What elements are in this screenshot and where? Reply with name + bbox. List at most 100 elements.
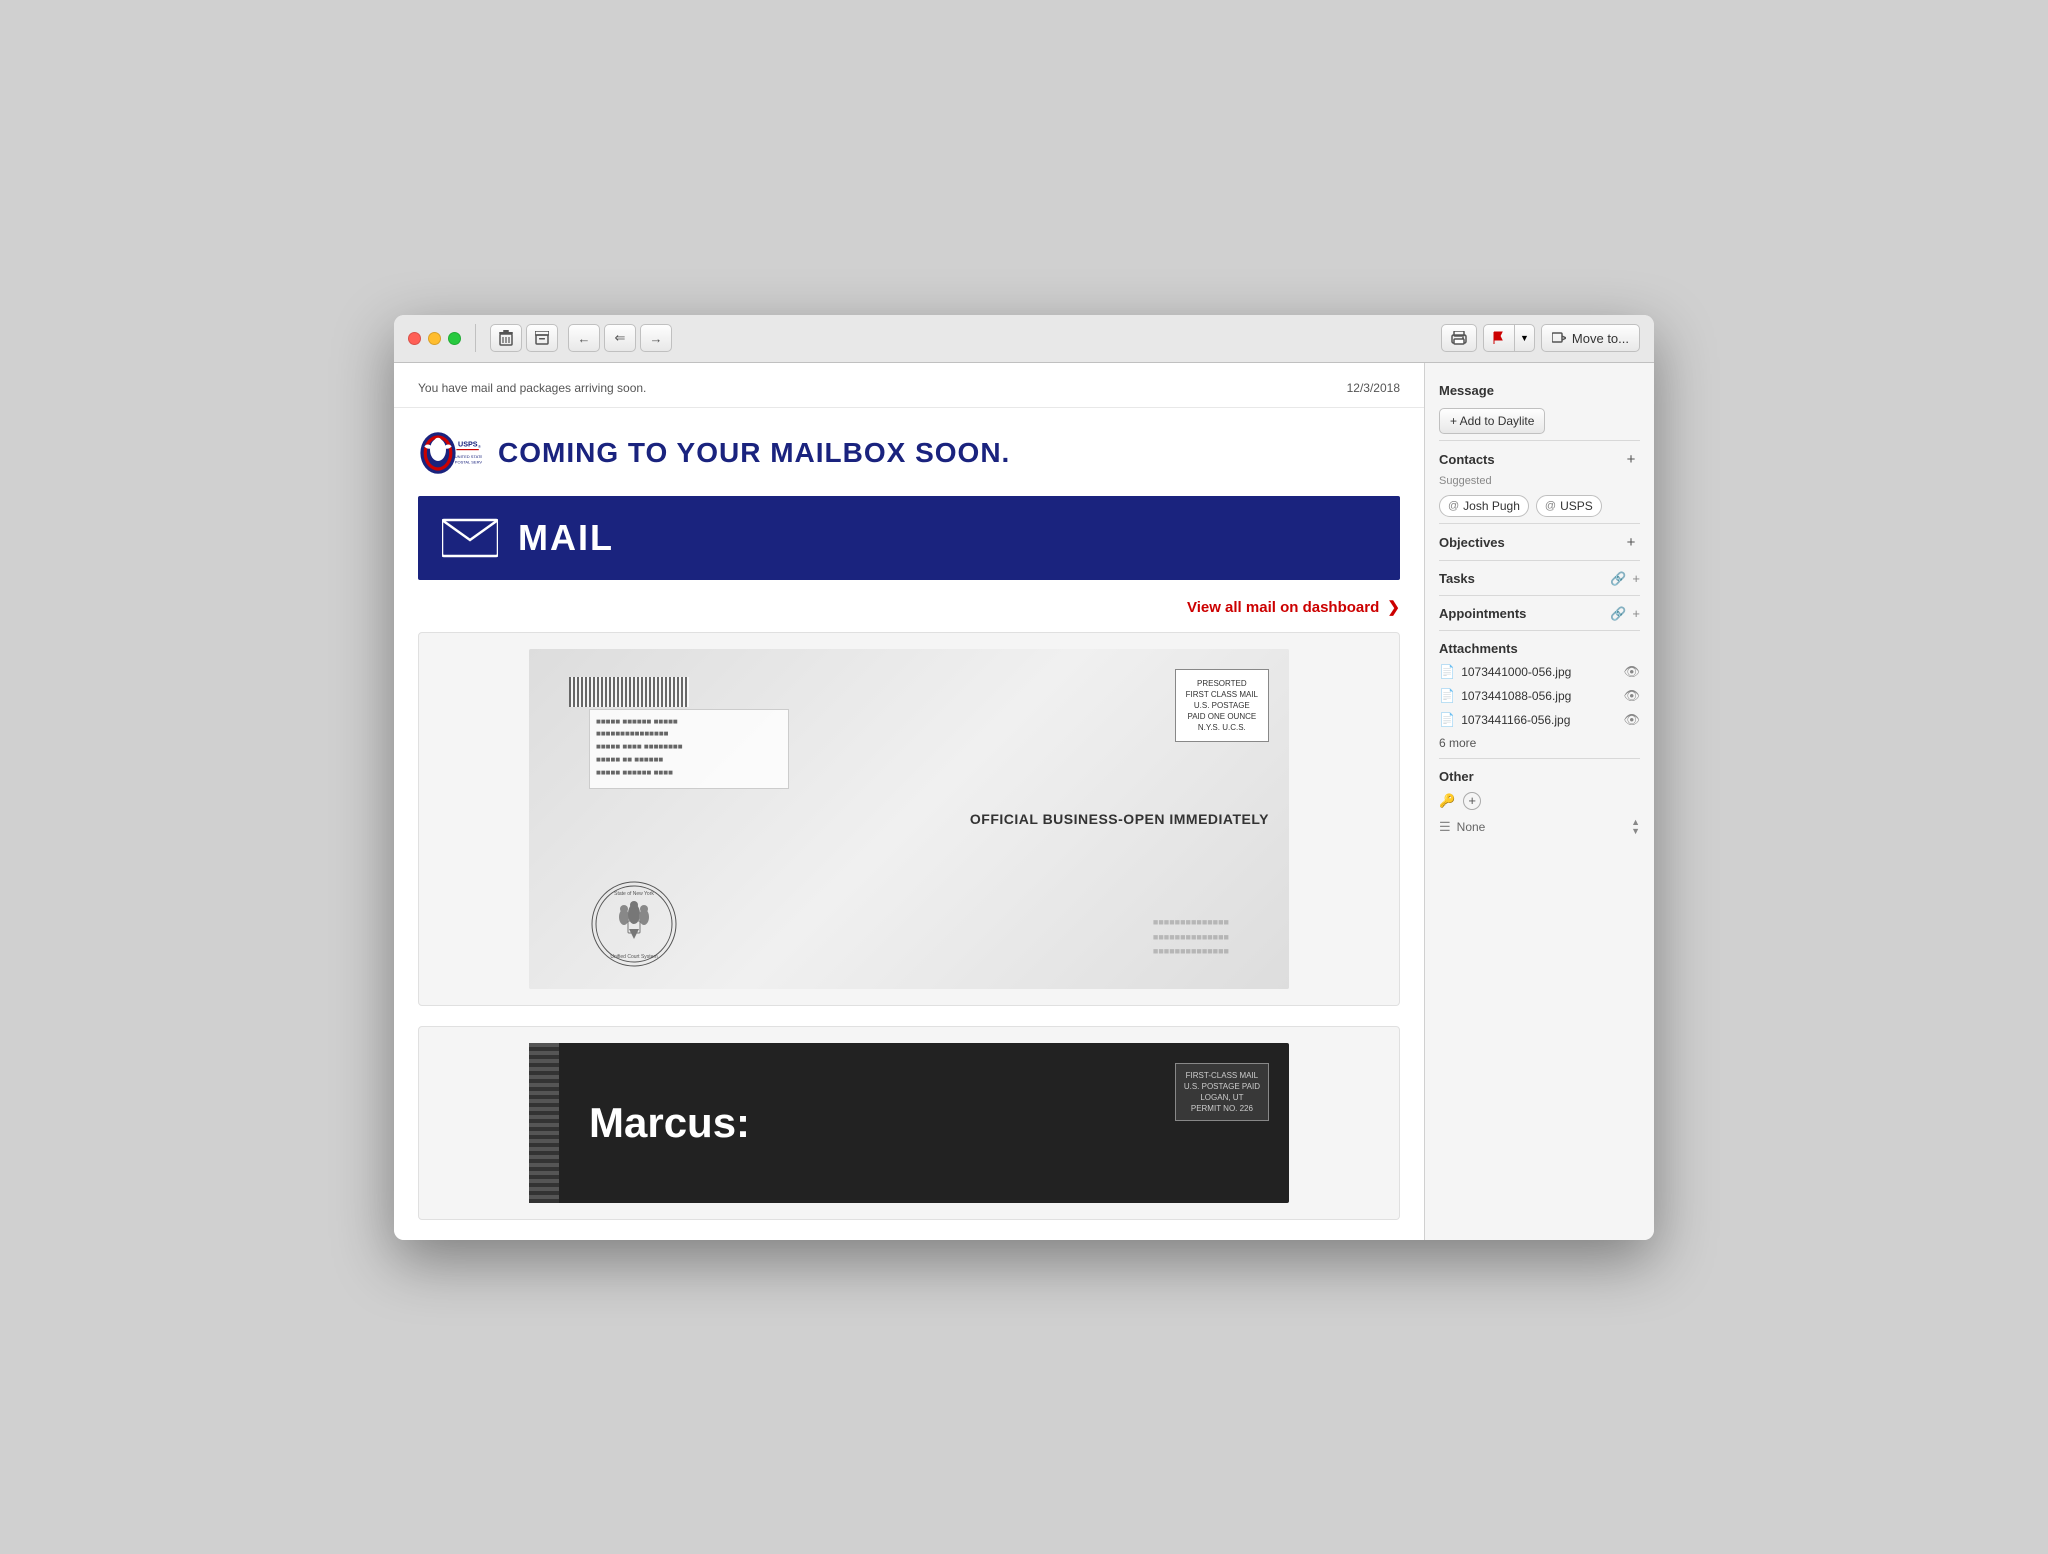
contact-badge-2[interactable]: @ USPS <box>1536 495 1602 517</box>
attachment-name-2: 1073441088-056.jpg <box>1461 689 1571 703</box>
flag-button[interactable]: ▼ <box>1483 324 1535 352</box>
mail-stamp-area: PRESORTED FIRST CLASS MAIL U.S. POSTAGE … <box>1175 669 1269 743</box>
tasks-add-icon[interactable]: + <box>1632 571 1640 586</box>
stepper-down-icon[interactable]: ▼ <box>1631 827 1640 836</box>
barcode-area <box>569 677 1269 707</box>
divider-1 <box>1439 440 1640 441</box>
print-button[interactable] <box>1441 324 1477 352</box>
tasks-link-icon[interactable]: 🔗 <box>1610 571 1626 587</box>
move-to-button[interactable]: Move to... <box>1541 324 1640 352</box>
contacts-header: Contacts + <box>1439 445 1640 473</box>
usps-header: USPS UNITED STATES POSTAL SERVICE ® COMI… <box>394 408 1424 488</box>
objectives-add-button[interactable]: + <box>1622 534 1640 552</box>
ny-seal-icon: State of New York Unified Court System <box>589 879 679 969</box>
usps-heading: COMING TO YOUR MAILBOX SOON. <box>498 437 1010 469</box>
attachments-header: Attachments <box>1439 635 1640 660</box>
stepper-control[interactable]: ▲ ▼ <box>1631 818 1640 836</box>
objectives-section: Objectives + <box>1425 528 1654 556</box>
tasks-title: Tasks <box>1439 571 1475 586</box>
attachment-eye-1[interactable]: 👁 <box>1623 664 1640 680</box>
other-header: Other <box>1439 763 1640 788</box>
email-body: USPS UNITED STATES POSTAL SERVICE ® COMI… <box>394 408 1424 1220</box>
mail-recipient: ■■■■■■■■■■■■■■ ■■■■■■■■■■■■■■ ■■■■■■■■■■… <box>1153 915 1229 958</box>
svg-text:POSTAL SERVICE: POSTAL SERVICE <box>455 459 482 464</box>
back-button[interactable]: ← <box>568 324 600 352</box>
email-meta: You have mail and packages arriving soon… <box>394 363 1424 408</box>
contacts-title: Contacts <box>1439 452 1495 467</box>
attachment-3-left: 📄 1073441166-056.jpg <box>1439 712 1570 728</box>
svg-text:UNITED STATES: UNITED STATES <box>455 453 482 458</box>
other-add-button[interactable]: + <box>1463 792 1481 810</box>
mail-stamp2: FIRST-CLASS MAIL U.S. POSTAGE PAID LOGAN… <box>1175 1063 1269 1122</box>
other-section: Other 🔑 + ☰ None ▲ ▼ <box>1425 763 1654 840</box>
attachment-item-1: 📄 1073441000-056.jpg 👁 <box>1439 660 1640 684</box>
attachments-title: Attachments <box>1439 641 1518 656</box>
other-key-row: 🔑 + <box>1439 788 1640 814</box>
forward-button[interactable]: → <box>640 324 672 352</box>
divider-5 <box>1439 630 1640 631</box>
divider-2 <box>1439 523 1640 524</box>
appointments-section: Appointments 🔗 + <box>1425 600 1654 626</box>
mail-image-2-container: Marcus: FIRST-CLASS MAIL U.S. POSTAGE PA… <box>418 1026 1400 1220</box>
mail-image-2: Marcus: FIRST-CLASS MAIL U.S. POSTAGE PA… <box>529 1043 1289 1203</box>
add-to-daylite-button[interactable]: + Add to Daylite <box>1439 408 1545 434</box>
appointments-title: Appointments <box>1439 606 1526 621</box>
appointments-link-icon[interactable]: 🔗 <box>1610 606 1626 622</box>
attachment-name-1: 1073441000-056.jpg <box>1461 665 1571 679</box>
contact-badge-1[interactable]: @ Josh Pugh <box>1439 495 1529 517</box>
dashboard-arrow-icon: ❯ <box>1387 599 1400 616</box>
archive-button[interactable] <box>526 324 558 352</box>
contact-name-1: Josh Pugh <box>1463 499 1520 513</box>
back-all-button[interactable]: ⇐ <box>604 324 636 352</box>
delete-group <box>490 324 558 352</box>
email-date: 12/3/2018 <box>1347 381 1400 395</box>
email-area: You have mail and packages arriving soon… <box>394 363 1424 1240</box>
traffic-lights <box>408 332 461 345</box>
titlebar: ← ⇐ → ▼ Move to... <box>394 315 1654 363</box>
mail-image-inner: PRESORTED FIRST CLASS MAIL U.S. POSTAGE … <box>529 649 1289 989</box>
more-attachments-link[interactable]: 6 more <box>1439 732 1640 754</box>
appointments-icons: 🔗 + <box>1610 606 1640 622</box>
svg-text:Unified Court System: Unified Court System <box>610 954 657 960</box>
message-header: Message <box>1439 377 1640 402</box>
maximize-button[interactable] <box>448 332 461 345</box>
stamp-text: PRESORTED FIRST CLASS MAIL U.S. POSTAGE … <box>1186 678 1258 734</box>
attachment-file-icon-3: 📄 <box>1439 712 1455 728</box>
barcode-strip <box>529 1043 559 1203</box>
dashboard-link-text: View all mail on dashboard <box>1187 599 1379 616</box>
attachment-1-left: 📄 1073441000-056.jpg <box>1439 664 1571 680</box>
minimize-button[interactable] <box>428 332 441 345</box>
appointments-header: Appointments 🔗 + <box>1439 600 1640 626</box>
close-button[interactable] <box>408 332 421 345</box>
nav-group: ← ⇐ → <box>568 324 672 352</box>
mail-image-1-container: PRESORTED FIRST CLASS MAIL U.S. POSTAGE … <box>418 632 1400 1006</box>
delete-button[interactable] <box>490 324 522 352</box>
at-icon-1: @ <box>1448 500 1459 512</box>
svg-text:State of New York: State of New York <box>614 891 654 897</box>
addr5: ■■■■■ ■■■■■■ ■■■■ <box>596 767 782 780</box>
attachment-eye-2[interactable]: 👁 <box>1623 688 1640 704</box>
svg-text:USPS: USPS <box>458 439 478 448</box>
message-section: Message + Add to Daylite <box>1425 377 1654 434</box>
contacts-suggested: Suggested <box>1439 473 1640 493</box>
tasks-section: Tasks 🔗 + <box>1425 565 1654 591</box>
tasks-icons: 🔗 + <box>1610 571 1640 587</box>
none-row: ☰ None ▲ ▼ <box>1439 814 1640 840</box>
mail-label: MAIL <box>518 517 614 559</box>
flag-arrow[interactable]: ▼ <box>1515 325 1534 351</box>
app-window: ← ⇐ → ▼ Move to... You have <box>394 315 1654 1240</box>
usps-mail-bar: MAIL <box>418 496 1400 580</box>
attachments-section: Attachments 📄 1073441000-056.jpg 👁 📄 107… <box>1425 635 1654 754</box>
divider-6 <box>1439 758 1640 759</box>
none-label: None <box>1457 820 1486 834</box>
other-title: Other <box>1439 769 1474 784</box>
move-to-label: Move to... <box>1572 331 1629 346</box>
mail-image-1: PRESORTED FIRST CLASS MAIL U.S. POSTAGE … <box>529 649 1289 989</box>
appointments-add-icon[interactable]: + <box>1632 606 1640 621</box>
main-layout: You have mail and packages arriving soon… <box>394 363 1654 1240</box>
contacts-add-button[interactable]: + <box>1622 451 1640 469</box>
flag-main[interactable] <box>1484 325 1515 351</box>
address-window: ■■■■■ ■■■■■■ ■■■■■ ■■■■■■■■■■■■■■■ ■■■■■… <box>589 709 789 789</box>
dashboard-link[interactable]: View all mail on dashboard ❯ <box>394 588 1424 632</box>
attachment-eye-3[interactable]: 👁 <box>1623 712 1640 728</box>
